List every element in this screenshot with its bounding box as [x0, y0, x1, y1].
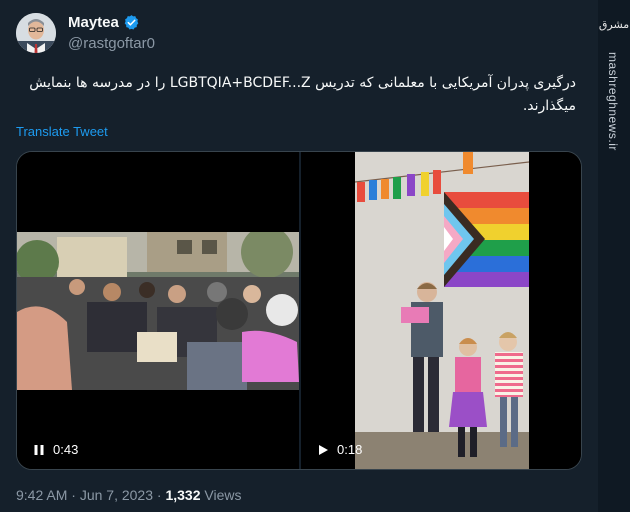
timestamp-separator: ·	[71, 487, 76, 503]
video-1[interactable]: 0:43	[17, 152, 299, 469]
avatar[interactable]	[16, 13, 56, 53]
media-grid: 0:43 0:18	[16, 151, 582, 470]
tweet-time[interactable]: 9:42 AM	[16, 487, 67, 503]
play-icon[interactable]	[317, 444, 329, 456]
video-2[interactable]: 0:18	[301, 152, 581, 469]
video-1-frame	[17, 232, 299, 390]
author-display-name[interactable]: Maytea	[68, 14, 140, 31]
display-name-text[interactable]: Maytea	[68, 14, 119, 31]
verified-badge-icon[interactable]	[123, 14, 140, 31]
tweet-text-line-2: میگذارند.	[522, 98, 576, 114]
author-handle[interactable]: @rastgoftar0	[68, 35, 155, 52]
translate-tweet-link[interactable]: Translate Tweet	[16, 124, 108, 139]
timestamp-separator: ·	[156, 487, 162, 503]
watermark-site: mashreghnews.ir	[606, 52, 620, 151]
video-1-duration: 0:43	[53, 442, 79, 457]
views-count[interactable]: 1,332	[165, 487, 200, 503]
watermark-strip: مشرق mashreghnews.ir	[598, 0, 630, 512]
pride-flag-poster	[444, 192, 529, 287]
tweet-date[interactable]: Jun 7, 2023	[80, 487, 153, 503]
tweet-timestamp: 9:42 AM · Jun 7, 2023 · 1,332 Views	[16, 487, 241, 503]
tweet-text-line-1: درگیری پدران آمریکایی با معلمانی که تدری…	[29, 75, 576, 91]
video-2-controls: 0:18	[317, 442, 362, 457]
pause-icon[interactable]	[33, 444, 45, 456]
tweet: Maytea @rastgoftar0 درگیری پدران آمریکای…	[0, 0, 598, 512]
watermark-logo-text: مشرق	[599, 18, 629, 31]
views-label: Views	[204, 487, 242, 503]
video-1-controls: 0:43	[33, 442, 78, 457]
video-2-frame	[355, 152, 529, 469]
video-2-duration: 0:18	[337, 442, 363, 457]
tweet-text: درگیری پدران آمریکایی با معلمانی که تدری…	[16, 72, 576, 118]
mashregh-logo: مشرق	[598, 8, 630, 38]
